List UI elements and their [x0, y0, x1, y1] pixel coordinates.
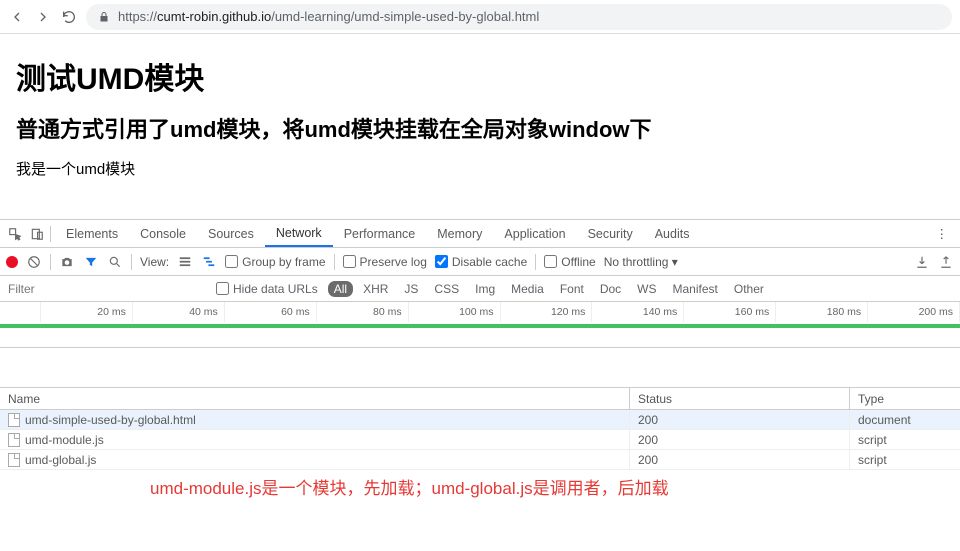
- url-bar[interactable]: https://cumt-robin.github.io/umd-learnin…: [86, 4, 952, 30]
- separator: [131, 254, 132, 270]
- timeline-tick: 140 ms: [592, 302, 684, 322]
- page-body-text: 我是一个umd模块: [16, 158, 944, 179]
- filter-icon[interactable]: [83, 254, 99, 270]
- group-by-frame-checkbox[interactable]: Group by frame: [225, 255, 325, 269]
- file-name: umd-global.js: [25, 453, 96, 467]
- hide-data-urls-checkbox[interactable]: Hide data URLs: [216, 282, 318, 296]
- timeline-tick: 40 ms: [133, 302, 225, 322]
- timeline-tick: 180 ms: [776, 302, 868, 322]
- reload-button[interactable]: [60, 8, 78, 26]
- type-filter-font[interactable]: Font: [554, 281, 590, 297]
- large-rows-icon[interactable]: [177, 254, 193, 270]
- timeline-tick: 20 ms: [41, 302, 133, 322]
- device-toggle-icon[interactable]: [28, 225, 46, 243]
- devtools-tab-security[interactable]: Security: [577, 220, 644, 247]
- file-name: umd-simple-used-by-global.html: [25, 413, 196, 427]
- type-filter-xhr[interactable]: XHR: [357, 281, 394, 297]
- devtools-tab-application[interactable]: Application: [493, 220, 576, 247]
- devtools-tab-console[interactable]: Console: [129, 220, 197, 247]
- timeline-tick: 120 ms: [501, 302, 593, 322]
- timeline-tick: 200 ms: [868, 302, 960, 322]
- type-cell: script: [850, 430, 960, 449]
- type-filter-img[interactable]: Img: [469, 281, 501, 297]
- filter-input[interactable]: [6, 280, 206, 298]
- devtools-tab-elements[interactable]: Elements: [55, 220, 129, 247]
- type-filter-manifest[interactable]: Manifest: [667, 281, 724, 297]
- devtools-tab-sources[interactable]: Sources: [197, 220, 265, 247]
- record-button[interactable]: [6, 256, 18, 268]
- file-icon: [8, 413, 20, 427]
- network-row[interactable]: umd-global.js 200script: [0, 450, 960, 470]
- back-button[interactable]: [8, 8, 26, 26]
- timeline-tick: 80 ms: [317, 302, 409, 322]
- col-type[interactable]: Type: [850, 388, 960, 409]
- type-cell: script: [850, 450, 960, 469]
- col-name[interactable]: Name: [0, 388, 630, 409]
- file-icon: [8, 453, 20, 467]
- devtools-toolbar: View: Group by frame Preserve log Disabl…: [0, 248, 960, 276]
- lock-icon: [98, 11, 110, 23]
- export-har-icon[interactable]: [938, 254, 954, 270]
- browser-address-bar: https://cumt-robin.github.io/umd-learnin…: [0, 0, 960, 34]
- annotation-text: umd-module.js是一个模块，先加载；umd-global.js是调用者…: [0, 470, 960, 499]
- separator: [50, 254, 51, 270]
- forward-button[interactable]: [34, 8, 52, 26]
- file-name: umd-module.js: [25, 433, 104, 447]
- devtools-panel: ElementsConsoleSourcesNetworkPerformance…: [0, 219, 960, 499]
- devtools-menu-button[interactable]: ⋮: [930, 226, 955, 241]
- type-filter-media[interactable]: Media: [505, 281, 550, 297]
- type-cell: document: [850, 410, 960, 429]
- preserve-log-checkbox[interactable]: Preserve log: [343, 255, 427, 269]
- waterfall-icon[interactable]: [201, 254, 217, 270]
- type-filter-ws[interactable]: WS: [631, 281, 662, 297]
- status-cell: 200: [630, 410, 850, 429]
- page-heading-2: 普通方式引用了umd模块，将umd模块挂载在全局对象window下: [16, 112, 944, 144]
- devtools-tab-network[interactable]: Network: [265, 220, 333, 247]
- throttling-select[interactable]: No throttling ▾: [604, 255, 678, 269]
- separator: [50, 226, 51, 242]
- timeline[interactable]: 20 ms40 ms60 ms80 ms100 ms120 ms140 ms16…: [0, 302, 960, 348]
- timeline-tick: 160 ms: [684, 302, 776, 322]
- devtools-tab-memory[interactable]: Memory: [426, 220, 493, 247]
- status-cell: 200: [630, 430, 850, 449]
- clear-icon[interactable]: [26, 254, 42, 270]
- import-har-icon[interactable]: [914, 254, 930, 270]
- network-row[interactable]: umd-simple-used-by-global.html 200documen…: [0, 410, 960, 430]
- file-icon: [8, 433, 20, 447]
- devtools-tabs: ElementsConsoleSourcesNetworkPerformance…: [0, 220, 960, 248]
- devtools-tab-performance[interactable]: Performance: [333, 220, 427, 247]
- network-row[interactable]: umd-module.js 200script: [0, 430, 960, 450]
- search-icon[interactable]: [107, 254, 123, 270]
- devtools-type-filters: Hide data URLs AllXHRJSCSSImgMediaFontDo…: [0, 276, 960, 302]
- camera-icon[interactable]: [59, 254, 75, 270]
- type-filter-all[interactable]: All: [328, 281, 353, 297]
- url-text: https://cumt-robin.github.io/umd-learnin…: [118, 9, 539, 24]
- view-label: View:: [140, 255, 169, 269]
- timeline-tick: 100 ms: [409, 302, 501, 322]
- network-table-header: Name Status Type: [0, 388, 960, 410]
- separator: [334, 254, 335, 270]
- timeline-tick: 60 ms: [225, 302, 317, 322]
- page-heading-1: 测试UMD模块: [16, 54, 944, 98]
- type-filter-js[interactable]: JS: [398, 281, 424, 297]
- offline-checkbox[interactable]: Offline: [544, 255, 595, 269]
- separator: [535, 254, 536, 270]
- inspect-icon[interactable]: [6, 225, 24, 243]
- status-cell: 200: [630, 450, 850, 469]
- page-content: 测试UMD模块 普通方式引用了umd模块，将umd模块挂载在全局对象window…: [0, 34, 960, 219]
- devtools-tab-audits[interactable]: Audits: [644, 220, 701, 247]
- type-filter-doc[interactable]: Doc: [594, 281, 627, 297]
- overview-spacer: [0, 348, 960, 388]
- disable-cache-checkbox[interactable]: Disable cache: [435, 255, 527, 269]
- col-status[interactable]: Status: [630, 388, 850, 409]
- network-table: Name Status Type umd-simple-used-by-glob…: [0, 388, 960, 470]
- type-filter-css[interactable]: CSS: [428, 281, 465, 297]
- type-filter-other[interactable]: Other: [728, 281, 770, 297]
